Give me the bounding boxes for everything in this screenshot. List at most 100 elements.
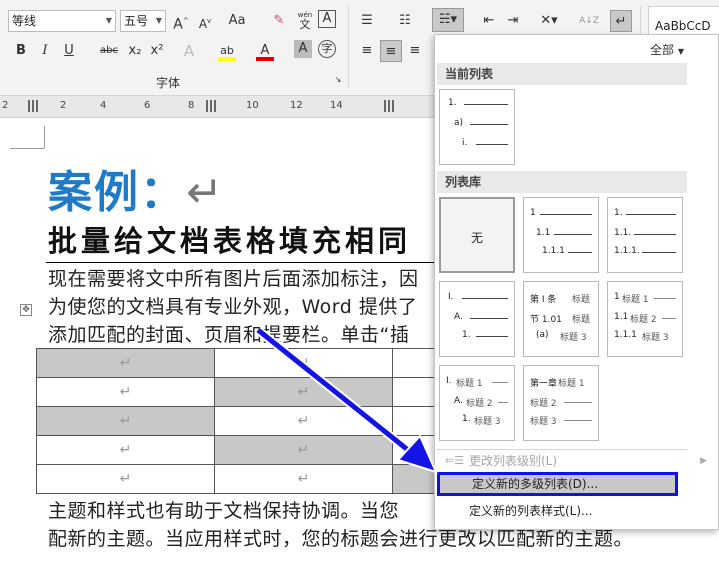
font-color-button[interactable]: A <box>254 40 276 62</box>
grow-font-button[interactable]: A^ <box>170 10 192 33</box>
case-heading-text: 案例： <box>48 167 186 218</box>
chevron-down-icon: ▼ <box>105 16 112 25</box>
table-cell[interactable]: ↵ <box>36 464 215 494</box>
paragraph-return-mark: ↵ <box>186 167 225 218</box>
chevron-down-icon: ▼ <box>677 47 684 56</box>
font-dialog-launcher-icon[interactable]: ↘ <box>332 74 344 86</box>
table-cell[interactable]: ↵ <box>214 348 393 378</box>
superscript-button[interactable]: x² <box>146 40 168 62</box>
table-cell[interactable]: ↵ <box>214 406 393 436</box>
shrink-font-icon: A <box>198 17 208 31</box>
chevron-down-icon: ▼ <box>155 16 162 25</box>
define-multilevel-list-label: 定义新的多级列表(D)... <box>472 477 599 491</box>
table-cell[interactable]: ↵ <box>214 377 393 407</box>
shrink-font-button[interactable]: Av <box>194 10 216 32</box>
list-level-label: 1.1.1. <box>614 246 640 256</box>
underline-button[interactable]: U <box>58 40 80 62</box>
font-name-combo[interactable]: 等线 ▼ <box>8 10 116 32</box>
style-preview-normal: AaBbCcD <box>655 19 711 33</box>
italic-icon: I <box>42 43 48 58</box>
list-level-label: A. <box>454 312 463 322</box>
italic-button[interactable]: I <box>34 40 56 62</box>
character-shading-button[interactable]: A <box>294 40 312 58</box>
ruler-column-marker[interactable] <box>384 100 394 112</box>
margin-corner-mark <box>10 148 44 149</box>
chinese-layout-icon: ✕▾ <box>540 13 558 28</box>
list-level-label: I. <box>448 292 454 302</box>
align-center-button[interactable]: ≡ <box>380 40 402 62</box>
list-tile-none[interactable]: 无 <box>439 197 515 273</box>
heading-rule <box>46 262 446 263</box>
bullets-button[interactable]: ☰ <box>356 10 378 32</box>
increase-indent-button[interactable]: ⇥ <box>502 10 524 32</box>
font-size-combo[interactable]: 五号 ▼ <box>120 10 166 32</box>
change-list-level-item[interactable]: ⇐☰ 更改列表级别(L) ▶ <box>437 449 707 473</box>
ruler-number: 6 <box>144 100 151 111</box>
list-tile-article[interactable]: 第 I 条标题 节 1.01 标题 (a) 标题 3 <box>523 281 599 357</box>
list-level-label: 第一章 <box>530 379 558 389</box>
list-level-label: (a) <box>536 330 549 340</box>
table-move-handle-icon[interactable]: ✥ <box>20 304 32 316</box>
ruler-number: 2 <box>60 100 67 111</box>
enclose-characters-button[interactable]: 字 <box>318 40 336 58</box>
define-multilevel-list-item[interactable]: 定义新的多级列表(D)... <box>437 472 678 496</box>
list-tile-heading-roman[interactable]: I. 标题 1 A. 标题 2 1. 标题 3 <box>439 365 515 441</box>
numbering-button[interactable]: ☷ <box>394 10 416 32</box>
table-cell[interactable]: ↵ <box>214 435 393 465</box>
paragraph-line: 为使您的文档具有专业外观，Word 提供了 <box>48 296 418 318</box>
ruler-number: 2 <box>2 100 9 111</box>
clear-format-icon: ✎ <box>273 13 285 28</box>
font-size-value: 五号 <box>124 14 149 28</box>
define-list-style-item[interactable]: 定义新的列表样式(L)... <box>437 499 677 523</box>
align-center-icon: ≡ <box>385 44 397 59</box>
table-cell[interactable]: ↵ <box>36 377 215 407</box>
case-heading: 案例：↵ <box>48 156 225 220</box>
list-level-label: a) <box>454 118 464 128</box>
table-cell[interactable]: ↵ <box>214 464 393 494</box>
list-level-label: 1. <box>614 208 623 218</box>
strikethrough-button[interactable]: abc <box>96 40 122 62</box>
table-cell[interactable]: ↵ <box>36 406 215 436</box>
list-level-style: 标题 2 <box>630 315 657 325</box>
subscript-button[interactable]: x₂ <box>124 40 146 62</box>
list-tile-numeric[interactable]: 1 1.1 1.1.1 <box>523 197 599 273</box>
character-border-button[interactable]: A <box>318 10 336 28</box>
phonetic-guide-button[interactable]: wén 文 <box>294 10 316 32</box>
subscript-icon: x₂ <box>128 43 142 58</box>
multilevel-list-button[interactable]: ☵▾ <box>432 8 464 32</box>
character-border-icon: A <box>322 11 332 26</box>
text-effects-button[interactable]: A <box>178 40 200 62</box>
paragraph-line: 主题和样式也有助于文档保持协调。当您 <box>48 500 400 522</box>
change-case-button[interactable]: Aa <box>222 10 252 32</box>
ruler-indent-marker[interactable] <box>28 100 38 112</box>
list-tile-heading-numeric[interactable]: 1 标题 1 1.1 标题 2 1.1.1 标题 3 <box>607 281 683 357</box>
decrease-indent-button[interactable]: ⇤ <box>478 10 500 32</box>
ruler-column-marker[interactable] <box>206 100 216 112</box>
list-level-label: A. <box>454 396 463 406</box>
list-tile-roman[interactable]: I. A. 1. <box>439 281 515 357</box>
paragraph-line: 添加匹配的封面、页眉和提要栏。单击“插 <box>48 324 410 346</box>
bold-button[interactable]: B <box>10 40 32 62</box>
strikethrough-icon: abc <box>100 45 118 56</box>
align-right-button[interactable]: ≡ <box>404 40 426 62</box>
clear-format-button[interactable]: ✎ <box>268 10 290 32</box>
numbered-list-icon: ☷ <box>399 13 411 28</box>
ruler-number: 10 <box>246 100 259 111</box>
list-level-label: 1. <box>462 330 471 340</box>
table-cell[interactable]: ↵ <box>36 348 215 378</box>
table-cell[interactable]: ↵ <box>36 435 215 465</box>
multilevel-list-dropdown[interactable]: 全部 ▼ 当前列表 1. a) i. 列表库 无 1 1.1 1.1.1 1. … <box>434 34 719 530</box>
align-left-button[interactable]: ≡ <box>356 40 378 62</box>
show-marks-button[interactable]: ↵ <box>610 10 632 32</box>
list-tile-chapter[interactable]: 第一章 标题 1 标题 2 标题 3 <box>523 365 599 441</box>
current-list-tile[interactable]: 1. a) i. <box>439 89 515 165</box>
highlight-color-button[interactable]: ab <box>216 40 238 62</box>
grow-font-icon: A <box>173 16 183 33</box>
sort-button[interactable]: A↓Z <box>578 10 600 32</box>
chinese-layout-button[interactable]: ✕▾ <box>534 10 564 32</box>
filter-all-dropdown[interactable]: 全部 ▼ <box>650 41 684 58</box>
list-level-label: I. <box>446 376 452 386</box>
change-list-level-icon: ⇐☰ <box>445 454 465 467</box>
list-tile-decimal[interactable]: 1. 1.1. 1.1.1. <box>607 197 683 273</box>
enclose-characters-icon: 字 <box>321 42 333 55</box>
